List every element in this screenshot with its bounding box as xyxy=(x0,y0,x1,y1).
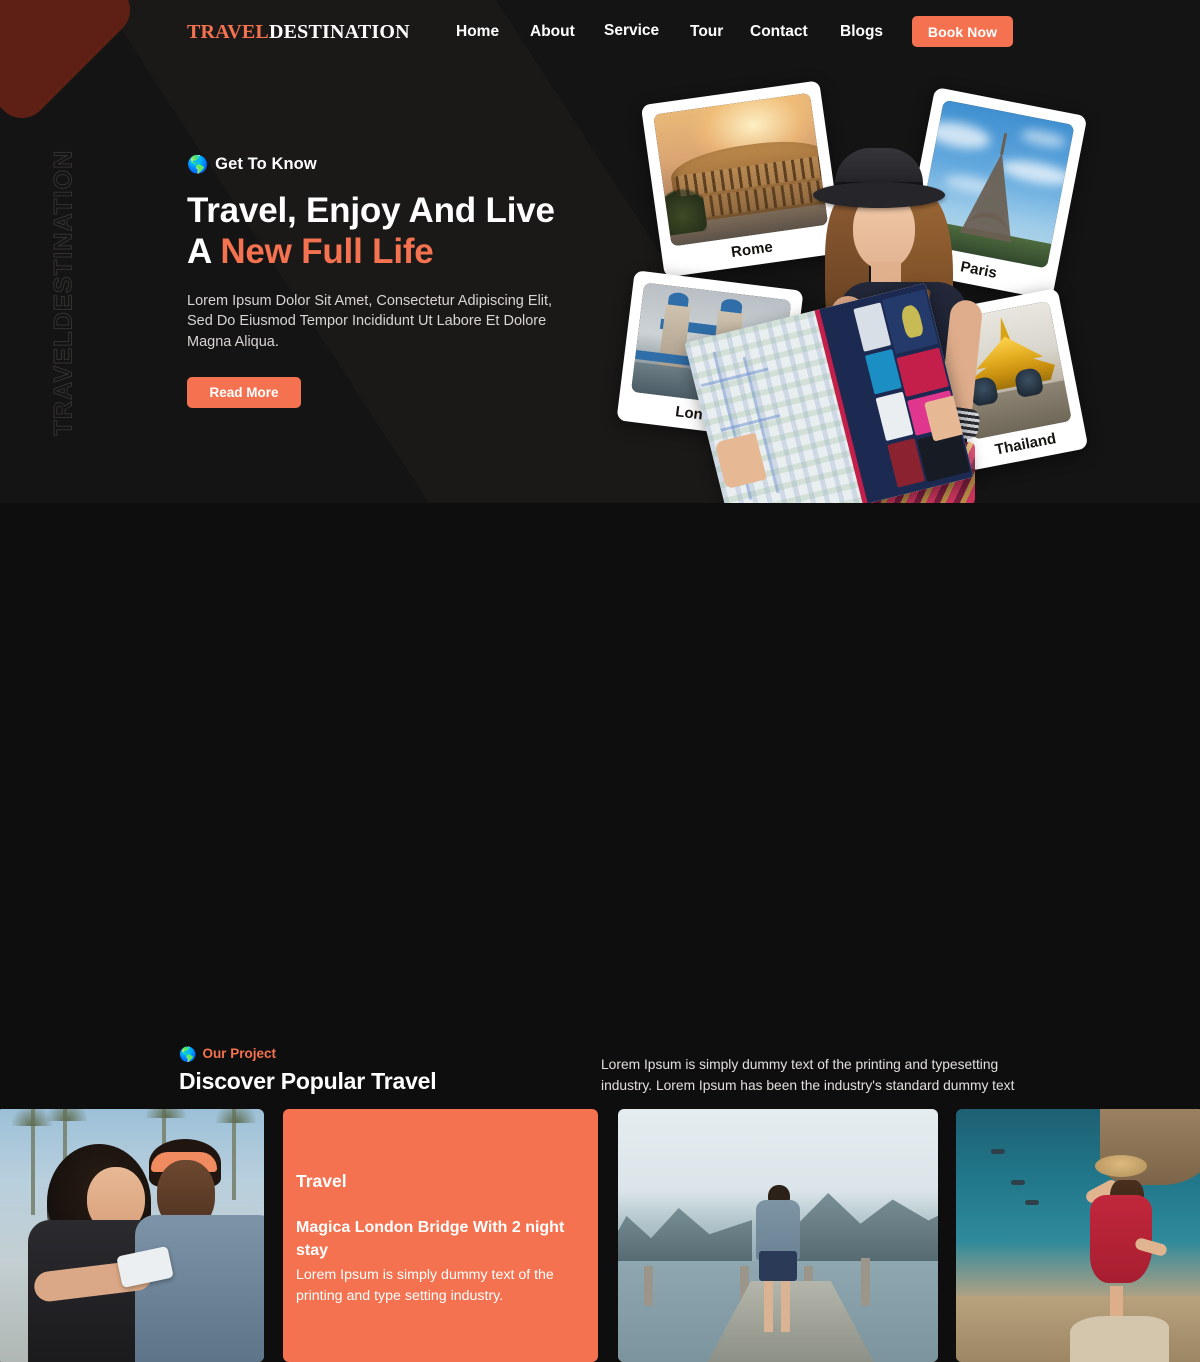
fedora-hat xyxy=(813,182,945,208)
book-now-button[interactable]: Book Now xyxy=(912,16,1013,47)
project-card-couple[interactable] xyxy=(0,1109,264,1362)
projects-eyebrow-label: Our Project xyxy=(202,1046,276,1061)
hero-title-line1: Travel, Enjoy And Live xyxy=(187,191,555,230)
projects-paragraph: Lorem Ipsum is simply dummy text of the … xyxy=(601,1057,1015,1093)
globe-icon: 🌎 xyxy=(187,155,209,174)
projects-eyebrow: 🌎 Our Project xyxy=(179,1046,436,1061)
main-navbar: TRAVELDESTINATION Home About Service Tou… xyxy=(0,0,1200,62)
nav-item-contact[interactable]: Contact xyxy=(750,23,808,41)
project-card-pier[interactable] xyxy=(618,1109,938,1362)
logo-secondary-text: DESTINATION xyxy=(268,21,410,43)
brand-logo[interactable]: TRAVELDESTINATION xyxy=(187,21,410,44)
hero-eyebrow-label: Get To Know xyxy=(215,155,317,173)
logo-primary-text: TRAVEL xyxy=(187,21,269,43)
project-card-cliff[interactable] xyxy=(956,1109,1200,1362)
card-category-label: Travel xyxy=(296,1171,347,1191)
card-title: Magica London Bridge With 2 night stay xyxy=(296,1219,565,1260)
man-on-pier-mountains-photo xyxy=(618,1109,938,1362)
straw-hat xyxy=(1094,1154,1147,1177)
project-card-featured[interactable]: Travel Magica London Bridge With 2 night… xyxy=(283,1109,598,1362)
card-description: Lorem Ipsum is simply dummy text of the … xyxy=(296,1267,554,1305)
hero-paragraph: Lorem Ipsum Dolor Sit Amet, Consectetur … xyxy=(187,292,553,350)
couple-taking-selfie-photo xyxy=(0,1109,264,1362)
hero-section: TRAVELDESTINATION TRAVELDESTINATION Home… xyxy=(0,0,1200,503)
hero-postcard-collage: Rome Paris Thailand xyxy=(600,80,1120,503)
globe-icon: 🌎 xyxy=(179,1045,197,1062)
projects-section: 🌎 Our Project Discover Popular Travel Lo… xyxy=(0,503,1200,1362)
nav-item-home[interactable]: Home xyxy=(456,23,499,41)
hero-title-line2-accent: New Full Life xyxy=(220,232,434,272)
vertical-brand-watermark: TRAVELDESTINATION xyxy=(49,149,78,436)
nav-item-about[interactable]: About xyxy=(530,23,575,41)
hero-eyebrow: 🌎 Get To Know xyxy=(187,155,587,174)
hero-title: Travel, Enjoy And Live A New Full Life xyxy=(187,190,587,273)
projects-title: Discover Popular Travel xyxy=(179,1068,437,1094)
nav-links: Home About Service Tour Contact Blogs xyxy=(440,0,920,62)
hero-title-line2-plain: A xyxy=(187,232,221,272)
nav-item-service[interactable]: Service xyxy=(604,22,659,40)
nav-item-tour[interactable]: Tour xyxy=(690,23,723,41)
hero-copy: 🌎 Get To Know Travel, Enjoy And Live A N… xyxy=(187,155,587,409)
read-more-button[interactable]: Read More xyxy=(187,377,301,409)
nav-item-blogs[interactable]: Blogs xyxy=(840,23,883,41)
woman-red-dress-cliff-photo xyxy=(956,1109,1200,1362)
woman-holding-tourist-map xyxy=(684,120,1010,503)
projects-heading-block: 🌎 Our Project Discover Popular Travel xyxy=(179,1046,437,1095)
projects-card-row: Travel Magica London Bridge With 2 night… xyxy=(0,1109,1200,1362)
